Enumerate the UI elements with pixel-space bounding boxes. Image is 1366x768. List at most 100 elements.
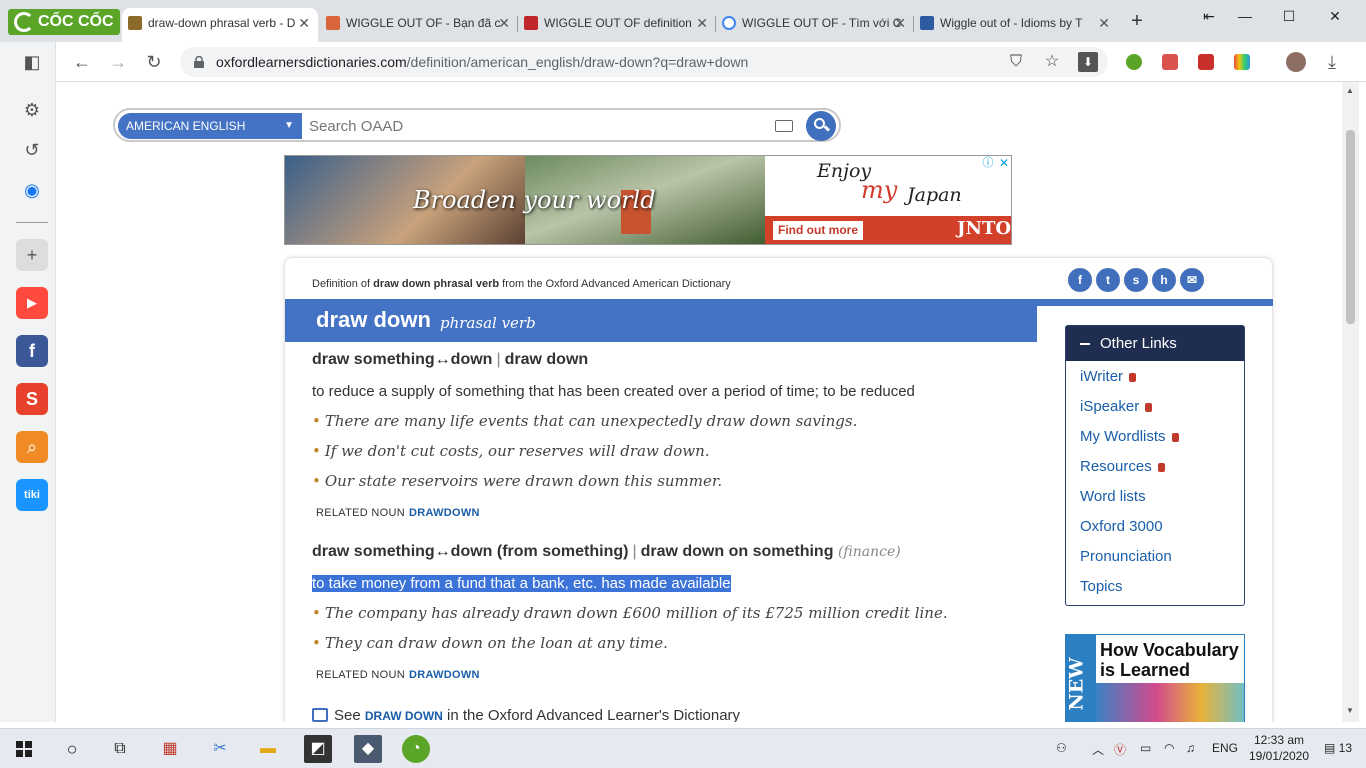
facebook-icon[interactable]: f (16, 335, 48, 367)
close-tab-icon[interactable]: ✕ (696, 8, 708, 38)
other-link-topics[interactable]: Topics (1080, 578, 1123, 595)
japan-banner-ad[interactable]: Broaden your world Enjoy my Japan Find o… (284, 155, 1012, 245)
start-windows-icon[interactable] (16, 741, 32, 757)
people-icon[interactable]: ⚇ (1056, 741, 1067, 755)
back-button[interactable]: ← (70, 50, 94, 74)
related-noun-link[interactable]: DRAWDOWN (409, 507, 480, 519)
extension-blocker-icon[interactable] (1198, 54, 1214, 70)
app-icon-2[interactable]: ◆ (354, 735, 382, 763)
see-also-link[interactable]: DRAW DOWN (365, 709, 443, 722)
example-sentence: • They can draw down on the loan at any t… (312, 634, 668, 652)
scroll-up-icon[interactable]: ▲ (1346, 86, 1354, 95)
sticky-notes-icon[interactable]: ◩ (304, 735, 332, 763)
keyboard-icon[interactable] (775, 120, 793, 132)
ad-headline: Broaden your world (413, 186, 656, 214)
scroll-down-icon[interactable]: ▼ (1346, 706, 1354, 715)
youtube-icon[interactable]: ▶ (16, 287, 48, 319)
windows-taskbar: ○ ⧉ ▦ ✂ ▬ ◩ ◆ ◔ ⚇ ︿ Ⓥ ▭ ◠ ♫ ENG 12:33 am… (0, 728, 1366, 768)
coccoc-taskbar-icon[interactable]: ◔ (402, 735, 430, 763)
forward-button[interactable]: → (106, 50, 130, 74)
extension-shield-icon[interactable] (1162, 54, 1178, 70)
add-shortcut-icon[interactable]: + (16, 239, 48, 271)
book-ad-title: How Vocabulary is Learned (1100, 640, 1239, 680)
ad-find-out-more-button[interactable]: Find out more (773, 221, 863, 240)
dictionary-search-bar: AMERICAN ENGLISH ▼ (113, 108, 841, 142)
ad-info-icon[interactable]: ⓘ (981, 156, 995, 170)
tab-wiggle-out-of-3[interactable]: WIGGLE OUT OF - Tìm với C ✕ (716, 8, 914, 42)
extension-colors-icon[interactable] (1234, 54, 1250, 70)
shopee-icon[interactable]: S (16, 383, 48, 415)
bookmark-star-icon[interactable]: ☆ (1042, 52, 1062, 72)
volume-icon[interactable]: ♫ (1186, 741, 1195, 755)
tab-draw-down[interactable]: draw-down phrasal verb - D ✕ (122, 8, 318, 42)
tray-app-icon[interactable]: Ⓥ (1114, 741, 1126, 758)
history-icon[interactable]: ↺ (16, 134, 48, 166)
minimize-button[interactable]: — (1222, 4, 1268, 28)
related-noun: RELATED NOUN DRAWDOWN (316, 669, 480, 681)
close-window-button[interactable]: ✕ (1312, 4, 1358, 28)
ad-close-icon[interactable]: ✕ (997, 156, 1011, 170)
notification-center[interactable]: ▤ 13 (1324, 741, 1352, 755)
related-noun-link[interactable]: DRAWDOWN (409, 669, 480, 681)
cambridge-favicon-icon (524, 16, 538, 30)
messenger-icon[interactable]: ◉ (16, 174, 48, 206)
clock[interactable]: 12:33 am 19/01/2020 (1244, 732, 1314, 764)
page-scrollbar[interactable]: ▲ ▼ (1342, 82, 1359, 722)
facebook-share-icon[interactable]: f (1068, 268, 1092, 292)
wifi-icon[interactable]: ◠ (1164, 741, 1174, 755)
scrollbar-thumb[interactable] (1346, 130, 1355, 324)
task-view-icon[interactable]: ⧉ (106, 735, 134, 763)
battery-icon[interactable]: ▭ (1140, 741, 1151, 755)
definition-source: Definition of draw down phrasal verb fro… (312, 278, 731, 290)
reload-button[interactable]: ↻ (142, 50, 166, 74)
other-links-header[interactable]: Other Links (1066, 326, 1244, 361)
snipping-tool-icon[interactable]: ✂ (206, 735, 234, 763)
dialect-dropdown[interactable]: AMERICAN ENGLISH ▼ (118, 113, 302, 139)
other-link-word-lists[interactable]: Word lists (1080, 488, 1146, 505)
app-icon-1[interactable]: ▦ (156, 735, 184, 763)
related-noun: RELATED NOUN DRAWDOWN (316, 507, 480, 519)
tab-wiggle-out-of-2[interactable]: WIGGLE OUT OF definition ✕ (518, 8, 716, 42)
language-indicator[interactable]: ENG (1212, 741, 1238, 755)
close-tab-icon[interactable]: ✕ (894, 8, 906, 38)
cortana-search-icon[interactable]: ○ (58, 735, 86, 763)
coccoc-logo[interactable]: CỐC CỐC (8, 9, 120, 35)
close-tab-icon[interactable]: ✕ (498, 8, 510, 38)
download-page-icon[interactable]: ⬇ (1078, 52, 1098, 72)
file-explorer-icon[interactable]: ▬ (254, 735, 282, 763)
close-tab-icon[interactable]: ✕ (1098, 8, 1110, 38)
email-share-icon[interactable]: ✉ (1180, 268, 1204, 292)
settings-gear-icon[interactable]: ⚙ (16, 94, 48, 126)
other-link-resources[interactable]: Resources (1080, 458, 1165, 475)
search-button[interactable] (806, 111, 836, 141)
new-tab-button[interactable]: + (1124, 8, 1150, 34)
tab-wiggle-out-of-4[interactable]: Wiggle out of - Idioms by T ✕ (914, 8, 1118, 42)
search-app-icon[interactable]: ⌕ (16, 431, 48, 463)
close-tab-icon[interactable]: ✕ (298, 8, 310, 38)
external-link-icon (312, 708, 328, 722)
other-link-my-wordlists[interactable]: My Wordlists (1080, 428, 1179, 445)
twitter-share-icon[interactable]: t (1096, 268, 1120, 292)
stumbleupon-share-icon[interactable]: s (1124, 268, 1148, 292)
extension-coccoc-icon[interactable] (1126, 54, 1142, 70)
ad-japan-text: Japan (907, 184, 962, 206)
other-link-iwriter[interactable]: iWriter (1080, 368, 1137, 385)
part-of-speech: phrasal verb (440, 314, 536, 332)
other-link-pronunciation[interactable]: Pronunciation (1080, 548, 1172, 565)
maximize-button[interactable]: ☐ (1266, 4, 1312, 28)
tiki-icon[interactable]: tiki (16, 479, 48, 511)
oxford-favicon-icon (128, 16, 142, 30)
blogger-share-icon[interactable]: h (1152, 268, 1176, 292)
example-sentence: • The company has already drawn down £600… (312, 604, 948, 622)
tab-wiggle-out-of-1[interactable]: WIGGLE OUT OF - Bạn đã c ✕ (320, 8, 518, 42)
shield-icon[interactable]: ⛉ (1006, 52, 1026, 72)
other-link-ispeaker[interactable]: iSpeaker (1080, 398, 1153, 415)
sidebar-toggle-icon[interactable]: ◧ (16, 46, 48, 78)
show-hidden-icons-icon[interactable]: ︿ (1092, 741, 1104, 758)
book-ad[interactable]: NEW How Vocabulary is Learned (1065, 634, 1245, 722)
profile-avatar[interactable] (1286, 52, 1306, 72)
other-link-oxford-3000[interactable]: Oxford 3000 (1080, 518, 1163, 535)
address-bar[interactable]: oxfordlearnersdictionaries.com/definitio… (180, 47, 1108, 77)
search-input[interactable] (309, 114, 769, 138)
downloads-icon[interactable]: ⤓ (1320, 50, 1344, 74)
